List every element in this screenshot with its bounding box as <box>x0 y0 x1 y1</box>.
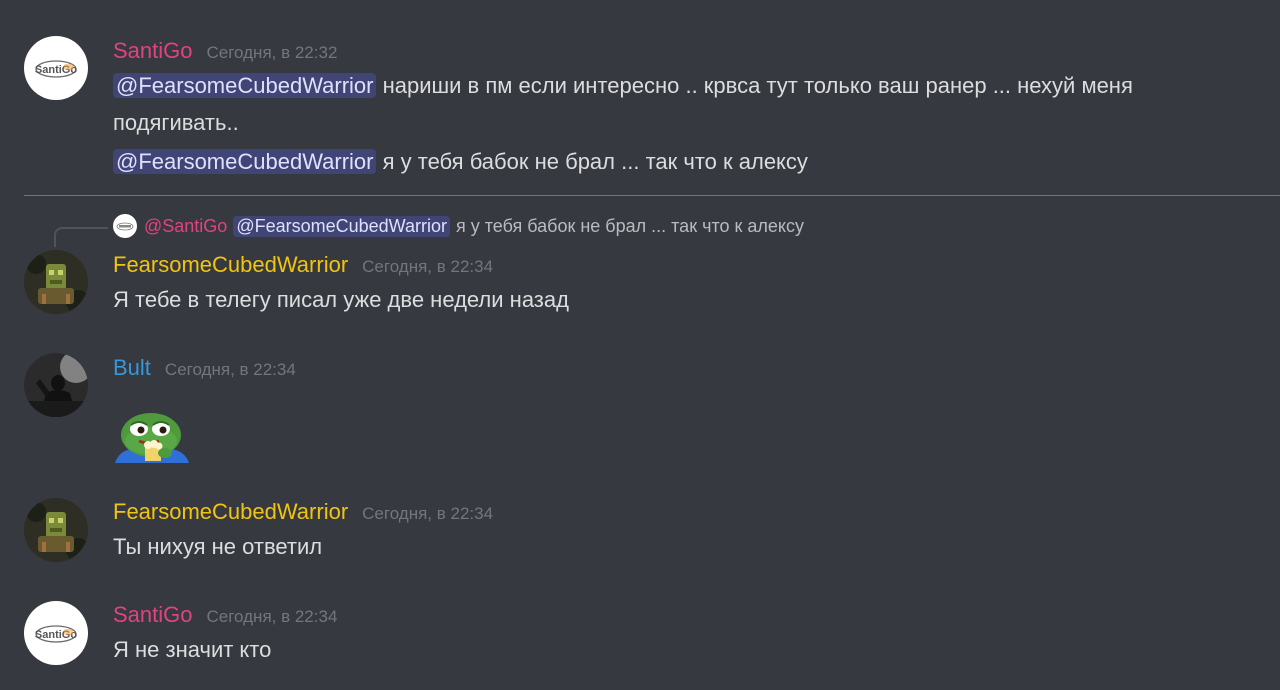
message-text: Я тебе в телегу писал уже две недели наз… <box>113 287 569 312</box>
username[interactable]: Bult <box>113 355 151 381</box>
reply-preview[interactable]: @SantiGo @FearsomeCubedWarrior я у тебя … <box>113 214 804 238</box>
message-line: подягивать.. <box>113 105 239 141</box>
timestamp: Сегодня, в 22:34 <box>362 257 494 276</box>
message-header: SantiGo Сегодня, в 22:32 <box>113 38 337 64</box>
message-line: Ты нихуя не ответил <box>113 529 322 565</box>
username[interactable]: FearsomeCubedWarrior <box>113 252 348 278</box>
timestamp: Сегодня, в 22:32 <box>206 43 338 62</box>
reply-avatar <box>113 214 137 238</box>
timestamp: Сегодня, в 22:34 <box>206 607 338 626</box>
message-text: Ты нихуя не ответил <box>113 534 323 559</box>
avatar-fearsome[interactable] <box>24 498 88 562</box>
message-line: @FearsomeCubedWarrior я у тебя бабок не … <box>113 144 808 180</box>
message-header: SantiGo Сегодня, в 22:34 <box>113 602 337 628</box>
avatar-santigo[interactable]: SantiGo <box>24 36 88 100</box>
reply-spine <box>54 227 108 247</box>
message-text: нариши в пм если интересно .. крвса тут … <box>376 73 1133 98</box>
reply-text: я у тебя бабок не брал ... так что к але… <box>455 215 804 236</box>
message-line: Я тебе в телегу писал уже две недели наз… <box>113 282 569 318</box>
message-header: FearsomeCubedWarrior Сегодня, в 22:34 <box>113 252 493 278</box>
username[interactable]: SantiGo <box>113 602 193 628</box>
reply-mention[interactable]: @FearsomeCubedWarrior <box>233 215 450 237</box>
message-header: Bult Сегодня, в 22:34 <box>113 355 296 381</box>
chat-messages: SantiGo SantiGo Сегодня, в 22:32 @Fearso… <box>0 0 1280 690</box>
avatar-fearsome[interactable] <box>24 250 88 314</box>
message-text: я у тебя бабок не брал ... так что к але… <box>376 149 808 174</box>
reply-author[interactable]: @SantiGo <box>144 216 227 237</box>
user-mention[interactable]: @FearsomeCubedWarrior <box>113 149 377 174</box>
message-header: FearsomeCubedWarrior Сегодня, в 22:34 <box>113 499 493 525</box>
username[interactable]: FearsomeCubedWarrior <box>113 499 348 525</box>
message-text: Я не значит кто <box>113 637 272 662</box>
message-line: @FearsomeCubedWarrior нариши в пм если и… <box>113 68 1133 104</box>
user-mention[interactable]: @FearsomeCubedWarrior <box>113 73 377 98</box>
new-messages-divider <box>24 195 1280 196</box>
pepe-popcorn-sticker[interactable] <box>113 405 191 463</box>
message-line: Я не значит кто <box>113 632 271 668</box>
timestamp: Сегодня, в 22:34 <box>362 504 494 523</box>
timestamp: Сегодня, в 22:34 <box>164 360 296 379</box>
avatar-bult[interactable] <box>24 353 88 417</box>
username[interactable]: SantiGo <box>113 38 193 64</box>
avatar-santigo[interactable]: SantiGo <box>24 601 88 665</box>
message-text: подягивать.. <box>113 110 239 135</box>
